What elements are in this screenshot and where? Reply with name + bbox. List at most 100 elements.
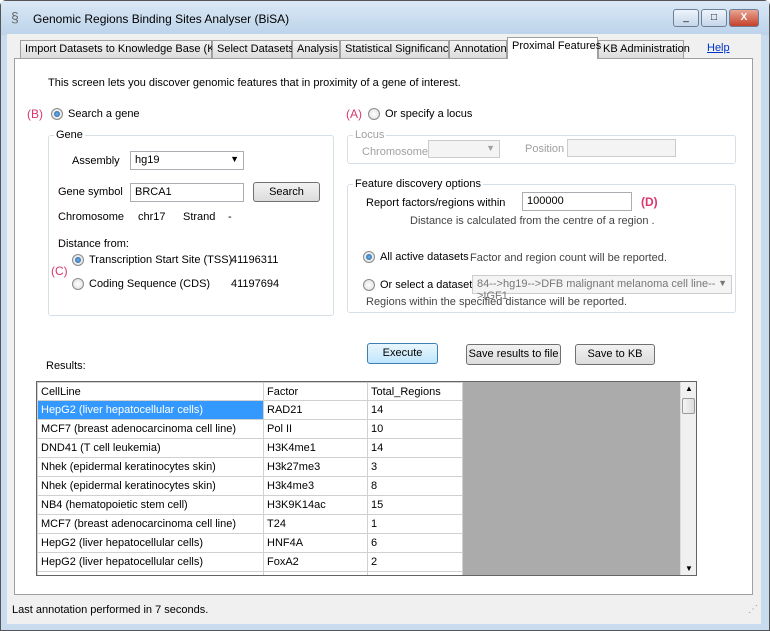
total-regions-cell[interactable]: 2 <box>367 552 463 572</box>
chromosome-label: Chromosome <box>58 211 125 223</box>
total-regions-cell[interactable]: 1 <box>367 514 463 534</box>
factor-cell[interactable]: H3K4me1 <box>263 438 368 458</box>
tab-select-datasets[interactable]: Select Datasets <box>212 40 294 58</box>
column-header-cellline[interactable]: CellLine <box>37 382 264 401</box>
table-row[interactable]: MCF7 (breast adenocarcinoma cell line) T2… <box>37 514 463 534</box>
annotation-d: (D) <box>641 195 658 209</box>
cellline-cell[interactable]: MCF7 (breast adenocarcinoma cell line) <box>37 419 264 439</box>
tab-annotation[interactable]: Annotation <box>449 40 507 58</box>
cellline-cell[interactable]: MCF7 (breast adenocarcinoma cell line) <box>37 514 264 534</box>
all-datasets-note: Factor and region count will be reported… <box>470 252 667 264</box>
all-datasets-label: All active datasets <box>380 251 469 263</box>
table-row-empty <box>37 571 463 575</box>
table-row[interactable]: Nhek (epidermal keratinocytes skin) H3k27… <box>37 457 463 477</box>
cellline-cell[interactable]: NB4 (hematopoietic stem cell) <box>37 495 264 515</box>
tss-radio[interactable] <box>72 254 84 266</box>
status-text: Last annotation performed in 7 seconds. <box>12 604 209 616</box>
annotation-a: (A) <box>346 107 362 121</box>
chevron-down-icon: ▼ <box>718 278 727 288</box>
scroll-up-icon[interactable]: ▲ <box>685 384 693 393</box>
assembly-value: hg19 <box>135 154 160 166</box>
table-row[interactable]: HepG2 (liver hepatocellular cells) FoxA2 2 <box>37 552 463 572</box>
close-button[interactable]: X <box>729 9 759 27</box>
assembly-select[interactable]: hg19 ▼ <box>130 151 244 170</box>
search-gene-radio[interactable] <box>51 108 63 120</box>
search-gene-label: Search a gene <box>68 108 140 120</box>
report-within-input[interactable]: 100000 <box>522 192 632 211</box>
scroll-down-icon[interactable]: ▼ <box>685 564 693 573</box>
chromosome-value: chr17 <box>138 211 166 223</box>
total-regions-cell[interactable]: 3 <box>367 457 463 477</box>
chevron-down-icon: ▼ <box>230 154 239 164</box>
factor-cell[interactable]: T24 <box>263 514 368 534</box>
total-regions-cell[interactable]: 8 <box>367 476 463 496</box>
cellline-cell[interactable]: HepG2 (liver hepatocellular cells) <box>37 400 264 420</box>
table-row[interactable]: MCF7 (breast adenocarcinoma cell line) Po… <box>37 419 463 439</box>
factor-cell[interactable]: HNF4A <box>263 533 368 553</box>
total-regions-cell[interactable]: 6 <box>367 533 463 553</box>
locus-chromosome-select[interactable]: ▼ <box>428 140 500 158</box>
tab-kb-administration[interactable]: KB Administration <box>598 40 690 58</box>
tab-analysis[interactable]: Analysis <box>292 40 340 58</box>
intro-text: This screen lets you discover genomic fe… <box>48 77 461 89</box>
position-input[interactable] <box>567 139 676 157</box>
table-row[interactable]: NB4 (hematopoietic stem cell) H3K9K14ac 15 <box>37 495 463 515</box>
maximize-button[interactable]: □ <box>701 9 727 27</box>
factor-cell[interactable]: Pol II <box>263 419 368 439</box>
cellline-cell[interactable]: HepG2 (liver hepatocellular cells) <box>37 552 264 572</box>
specify-locus-label: Or specify a locus <box>385 108 473 120</box>
all-datasets-radio[interactable] <box>363 251 375 263</box>
feature-legend: Feature discovery options <box>353 178 483 190</box>
gene-symbol-label: Gene symbol <box>58 186 123 198</box>
position-label: Position <box>525 143 565 155</box>
title-bar: § Genomic Regions Binding Sites Analyser… <box>1 1 769 35</box>
tab-import-datasets[interactable]: Import Datasets to Knowledge Base (KB) <box>20 40 226 58</box>
chevron-down-icon: ▼ <box>486 143 495 153</box>
table-row[interactable]: HepG2 (liver hepatocellular cells) HNF4A 6 <box>37 533 463 553</box>
factor-cell[interactable]: RAD21 <box>263 400 368 420</box>
tab-proximal-features[interactable]: Proximal Features <box>507 37 601 59</box>
results-grid: CellLine Factor Total_Regions HepG2 (liv… <box>36 381 697 576</box>
table-row[interactable]: HepG2 (liver hepatocellular cells) RAD21 1… <box>37 400 463 420</box>
dataset-select[interactable]: 84-->hg19-->DFB malignant melanoma cell … <box>472 275 732 302</box>
table-row[interactable]: Nhek (epidermal keratinocytes skin) H3k4m… <box>37 476 463 496</box>
column-header-total-regions[interactable]: Total_Regions <box>367 382 463 401</box>
select-dataset-label: Or select a dataset <box>380 279 473 291</box>
window-title: Genomic Regions Binding Sites Analyser (… <box>33 12 290 26</box>
app-dna-icon: § <box>11 9 19 25</box>
scrollbar-thumb[interactable] <box>682 398 695 414</box>
save-results-button[interactable]: Save results to file <box>466 344 561 365</box>
cellline-cell[interactable]: Nhek (epidermal keratinocytes skin) <box>37 476 264 496</box>
locus-chromosome-label: Chromosome <box>362 146 429 158</box>
help-link[interactable]: Help <box>707 42 730 54</box>
save-to-kb-button[interactable]: Save to KB <box>575 344 655 365</box>
execute-button[interactable]: Execute <box>367 343 438 364</box>
total-regions-cell[interactable]: 14 <box>367 438 463 458</box>
factor-cell[interactable]: H3k27me3 <box>263 457 368 477</box>
cds-value: 41197694 <box>231 278 280 290</box>
select-dataset-radio[interactable] <box>363 279 375 291</box>
cellline-cell[interactable]: Nhek (epidermal keratinocytes skin) <box>37 457 264 477</box>
table-row[interactable]: DND41 (T cell leukemia) H3K4me1 14 <box>37 438 463 458</box>
factor-cell[interactable]: H3k4me3 <box>263 476 368 496</box>
distance-from-label: Distance from: <box>58 238 129 250</box>
factor-cell[interactable]: H3K9K14ac <box>263 495 368 515</box>
search-button[interactable]: Search <box>253 182 320 202</box>
total-regions-cell[interactable]: 14 <box>367 400 463 420</box>
total-regions-cell[interactable]: 15 <box>367 495 463 515</box>
column-header-factor[interactable]: Factor <box>263 382 368 401</box>
resize-grip-icon[interactable]: ⋰ <box>748 604 758 615</box>
tab-statistical-significance[interactable]: Statistical Significance <box>340 40 454 58</box>
total-regions-cell[interactable]: 10 <box>367 419 463 439</box>
specify-locus-radio[interactable] <box>368 108 380 120</box>
factor-cell[interactable]: FoxA2 <box>263 552 368 572</box>
strand-label: Strand <box>183 211 216 223</box>
header-row: CellLine Factor Total_Regions <box>37 382 463 401</box>
cellline-cell[interactable]: HepG2 (liver hepatocellular cells) <box>37 533 264 553</box>
vertical-scrollbar[interactable]: ▲ ▼ <box>680 382 696 575</box>
gene-symbol-input[interactable]: BRCA1 <box>130 183 244 202</box>
cellline-cell[interactable]: DND41 (T cell leukemia) <box>37 438 264 458</box>
cds-radio[interactable] <box>72 278 84 290</box>
results-table: CellLine Factor Total_Regions HepG2 (liv… <box>37 382 463 575</box>
minimize-button[interactable]: _ <box>673 9 699 27</box>
